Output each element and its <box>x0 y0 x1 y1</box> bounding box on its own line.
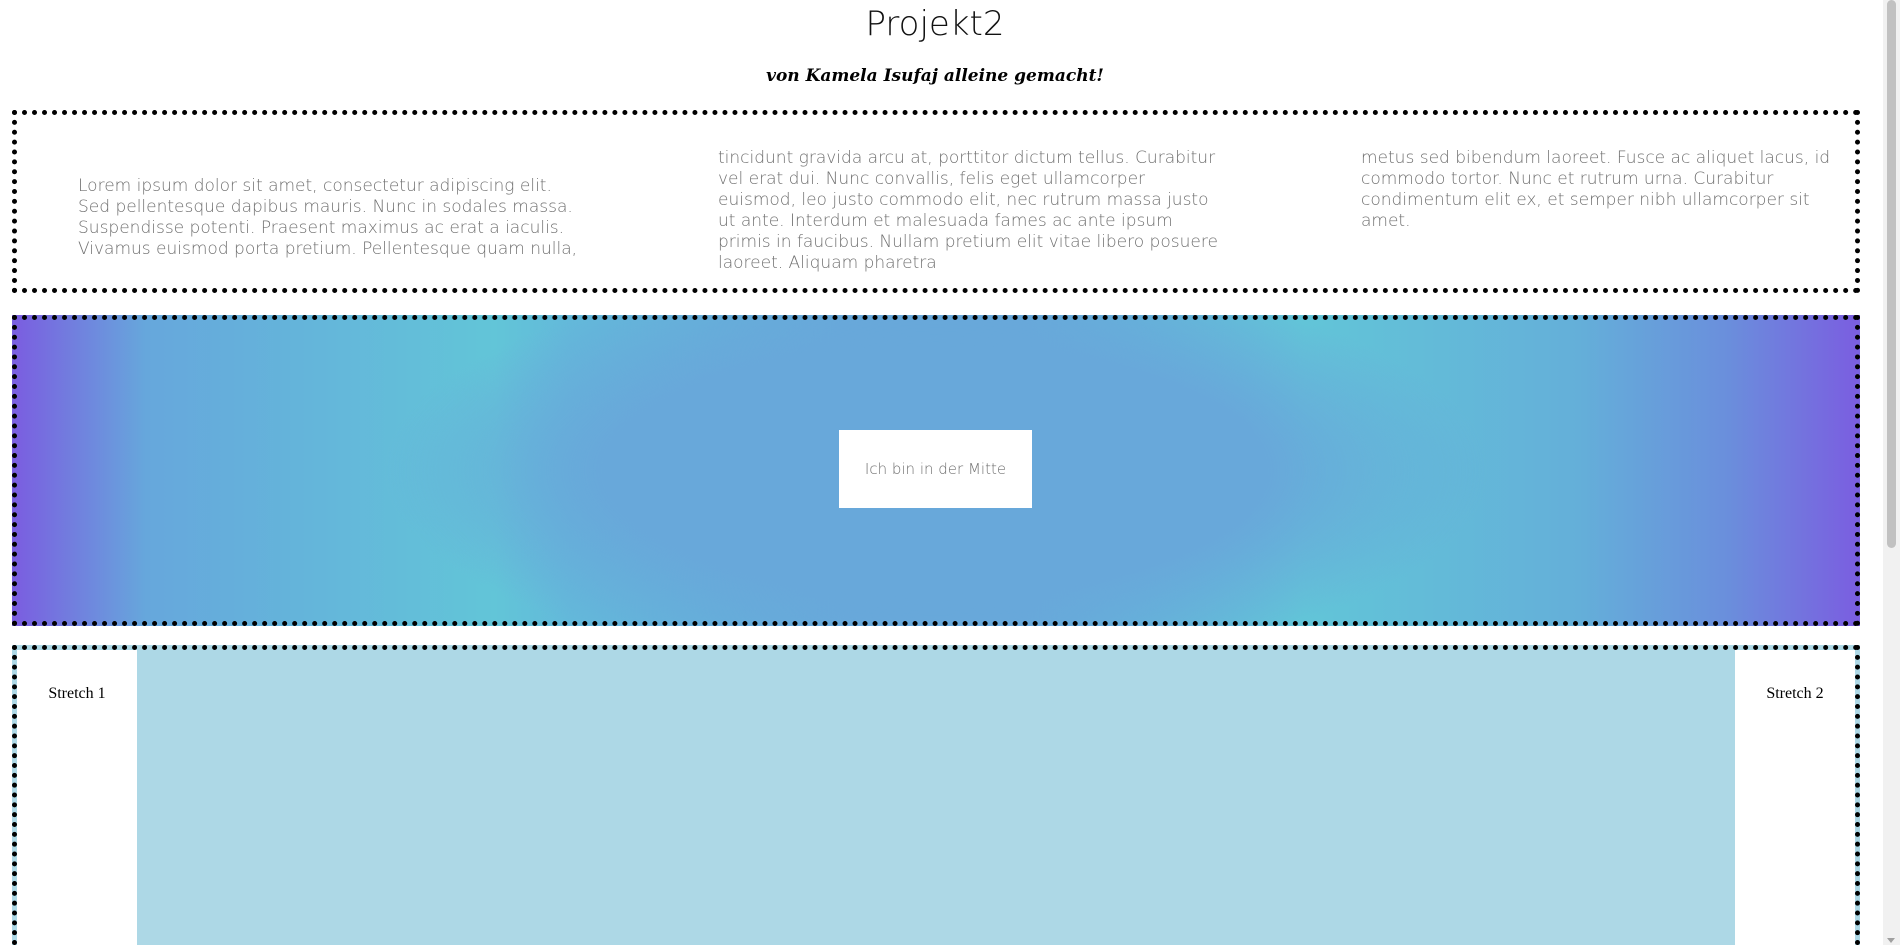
text-column-2-content: tincidunt gravida arcu at, porttitor dic… <box>718 148 1218 273</box>
gradient-section: Ich bin in der Mitte <box>12 315 1860 626</box>
text-column-1: Lorem ipsum dolor sit amet, consectetur … <box>17 115 638 288</box>
stretch-item-1-label: Stretch 1 <box>48 685 106 702</box>
text-columns-section: Lorem ipsum dolor sit amet, consectetur … <box>12 110 1860 293</box>
page-title: Projekt2 <box>865 4 1005 44</box>
text-column-3-content: metus sed bibendum laoreet. Fusce ac ali… <box>1361 148 1831 231</box>
stretch-item-1: Stretch 1 <box>17 650 137 945</box>
text-column-2: tincidunt gravida arcu at, porttitor dic… <box>638 115 1278 288</box>
text-column-1-content: Lorem ipsum dolor sit amet, consectetur … <box>78 176 578 259</box>
stretch-item-2-label: Stretch 2 <box>1766 685 1824 702</box>
centered-box-label: Ich bin in der Mitte <box>864 460 1007 478</box>
text-column-3: metus sed bibendum laoreet. Fusce ac ali… <box>1278 115 1883 288</box>
page-subtitle: von Kamela Isufaj alleine gemacht! <box>766 66 1104 86</box>
vertical-scrollbar[interactable] <box>1883 0 1900 945</box>
chevron-down-icon[interactable] <box>1887 938 1895 943</box>
stretch-item-2: Stretch 2 <box>1735 650 1855 945</box>
page: Projekt2 von Kamela Isufaj alleine gemac… <box>0 0 1883 945</box>
stretch-middle-area <box>137 650 1735 945</box>
stretch-section: Stretch 1 Stretch 2 <box>12 645 1860 945</box>
scrollbar-thumb[interactable] <box>1887 0 1896 548</box>
centered-box: Ich bin in der Mitte <box>839 430 1032 508</box>
